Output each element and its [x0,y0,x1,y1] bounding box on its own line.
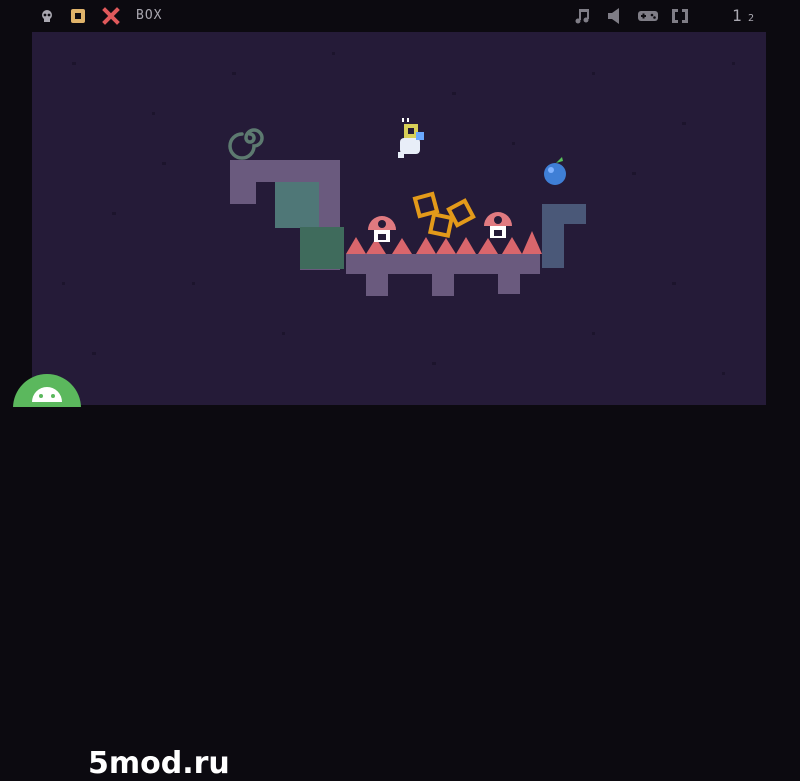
mushroom-enemy-left [368,216,396,242]
skull-icon[interactable] [38,7,56,25]
box-icon[interactable] [68,7,88,25]
mushroom-enemy-right [484,212,512,238]
game-stage[interactable] [32,32,766,405]
teal-block [275,182,319,228]
fullscreen-icon[interactable] [668,7,692,25]
spiral-portal [228,128,264,160]
level-name: BOX [136,8,163,23]
level-counter-total: 2 [748,13,755,24]
player-character [398,118,424,158]
music-icon[interactable] [572,7,594,25]
background-texture [62,52,735,375]
stacked-crates [412,191,476,239]
android-logo-icon [13,374,81,407]
watermark-text: 5mod.ru [88,746,230,781]
right-pillar-block [542,204,586,268]
controller-icon[interactable] [636,7,660,25]
sound-icon[interactable] [604,7,628,25]
close-icon[interactable] [100,7,122,25]
watermark: 5mod.ru [0,370,400,781]
top-toolbar: BOX 1 2 [0,0,800,32]
level-counter-current: 1 [732,6,742,25]
blue-fruit-pickup [544,157,566,185]
green-block [300,227,344,269]
game-scene [62,52,735,375]
ground-platform [346,254,540,296]
